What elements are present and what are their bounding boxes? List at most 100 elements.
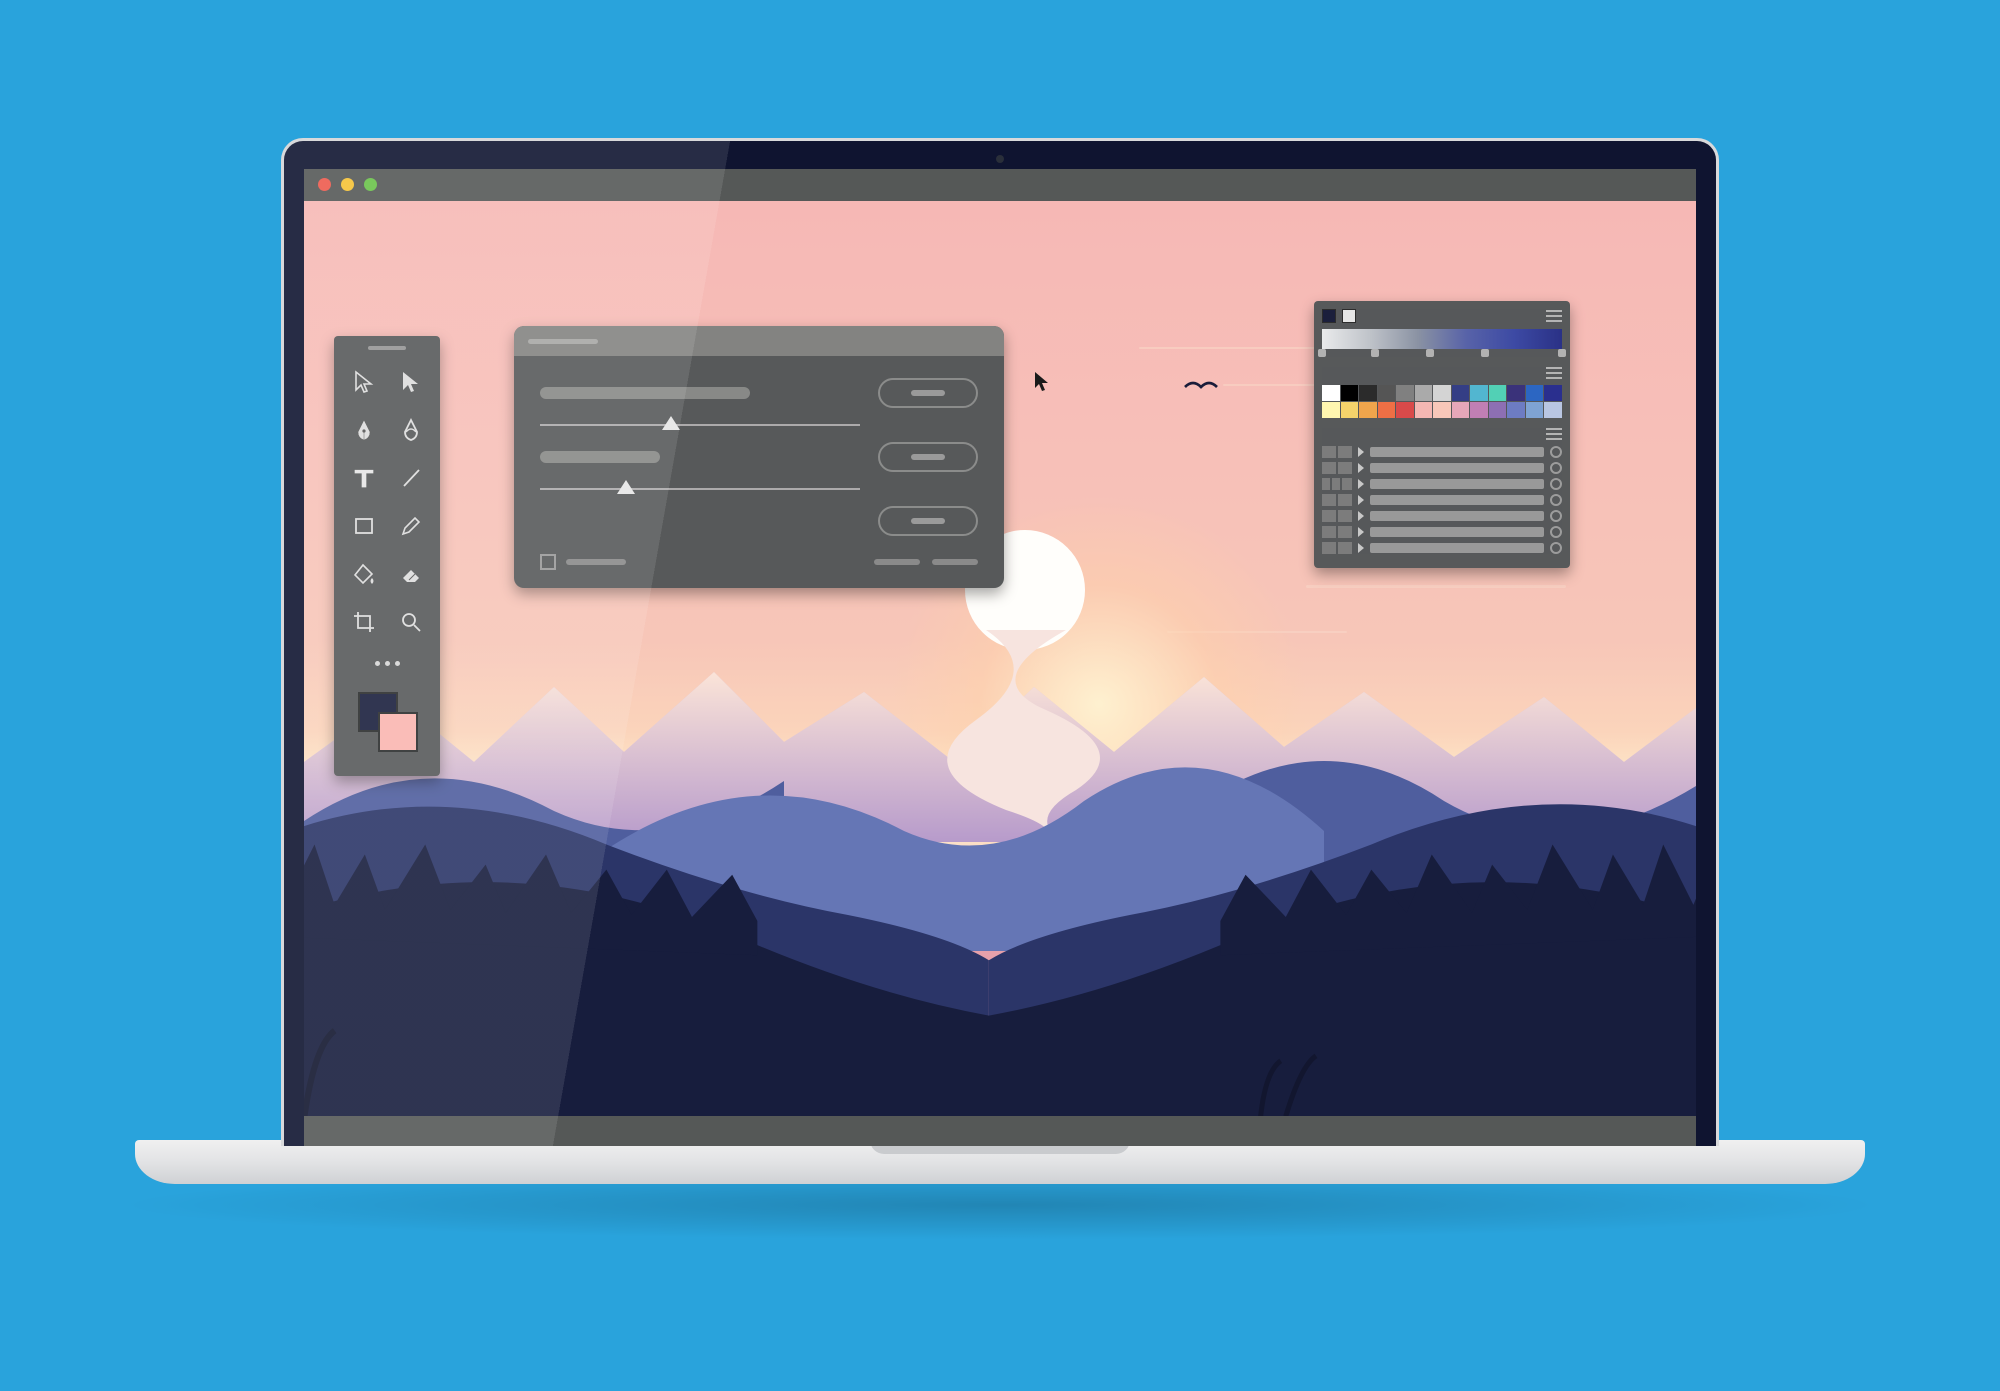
gradient-stops[interactable]	[1322, 349, 1562, 357]
color-swatches[interactable]	[340, 680, 434, 770]
dialog-footer-1[interactable]	[874, 559, 920, 565]
swatch-cell[interactable]	[1507, 402, 1525, 418]
canvas[interactable]	[304, 201, 1696, 1116]
gradient-stop[interactable]	[1558, 349, 1566, 357]
chevron-right-icon[interactable]	[1358, 495, 1364, 505]
dialog-slider-1[interactable]	[540, 418, 860, 432]
fg-color-swatch[interactable]	[378, 712, 418, 752]
panel-grip[interactable]	[368, 346, 406, 350]
swatch-cell[interactable]	[1341, 385, 1359, 401]
layer-visibility-toggle[interactable]	[1322, 478, 1352, 490]
layer-visibility-toggle[interactable]	[1322, 462, 1352, 474]
layer-visibility-toggle[interactable]	[1322, 446, 1352, 458]
swatch-cell[interactable]	[1526, 385, 1544, 401]
eraser-tool[interactable]	[387, 550, 434, 598]
dialog-button-1[interactable]	[878, 378, 978, 408]
slider-thumb-icon[interactable]	[617, 480, 635, 494]
gradient-stop[interactable]	[1318, 349, 1326, 357]
crop-tool[interactable]	[340, 598, 387, 646]
dialog-slider-2[interactable]	[540, 482, 860, 496]
chevron-right-icon[interactable]	[1358, 511, 1364, 521]
swatch-cell[interactable]	[1359, 385, 1377, 401]
panel-menu-icon[interactable]	[1546, 367, 1562, 379]
swatch-cell[interactable]	[1378, 402, 1396, 418]
swatch-cell[interactable]	[1415, 385, 1433, 401]
swatch-cell[interactable]	[1526, 402, 1544, 418]
layer-target-icon[interactable]	[1550, 478, 1562, 490]
layer-row[interactable]	[1322, 446, 1562, 458]
dialog-footer-2[interactable]	[932, 559, 978, 565]
more-tools-button[interactable]	[340, 646, 434, 680]
layer-label	[1370, 511, 1544, 521]
minimize-icon[interactable]	[341, 178, 354, 191]
layer-target-icon[interactable]	[1550, 526, 1562, 538]
slider-thumb-icon[interactable]	[662, 416, 680, 430]
maximize-icon[interactable]	[364, 178, 377, 191]
gradient-stop[interactable]	[1481, 349, 1489, 357]
panel-menu-icon[interactable]	[1546, 428, 1562, 440]
layer-visibility-toggle[interactable]	[1322, 542, 1352, 554]
layer-target-icon[interactable]	[1550, 494, 1562, 506]
layer-visibility-toggle[interactable]	[1322, 526, 1352, 538]
gradient-stop[interactable]	[1426, 349, 1434, 357]
dialog-button-2[interactable]	[878, 442, 978, 472]
layer-visibility-toggle[interactable]	[1322, 494, 1352, 506]
swatch-cell[interactable]	[1507, 385, 1525, 401]
layer-visibility-toggle[interactable]	[1322, 510, 1352, 522]
toolbox-panel	[334, 336, 440, 776]
layer-row[interactable]	[1322, 494, 1562, 506]
panel-menu-icon[interactable]	[1546, 310, 1562, 322]
gradient-swatch-a[interactable]	[1322, 309, 1336, 323]
swatch-cell[interactable]	[1452, 402, 1470, 418]
layer-row[interactable]	[1322, 526, 1562, 538]
chevron-right-icon[interactable]	[1358, 447, 1364, 457]
swatch-cell[interactable]	[1396, 402, 1414, 418]
swatch-cell[interactable]	[1359, 402, 1377, 418]
chevron-right-icon[interactable]	[1358, 527, 1364, 537]
dialog-checkbox[interactable]	[540, 554, 556, 570]
swatch-cell[interactable]	[1341, 402, 1359, 418]
line-tool[interactable]	[387, 454, 434, 502]
swatch-cell[interactable]	[1470, 385, 1488, 401]
layer-target-icon[interactable]	[1550, 510, 1562, 522]
swatch-cell[interactable]	[1396, 385, 1414, 401]
layer-target-icon[interactable]	[1550, 542, 1562, 554]
swatch-cell[interactable]	[1433, 402, 1451, 418]
dialog-titlebar[interactable]	[514, 326, 1004, 356]
rectangle-tool[interactable]	[340, 502, 387, 550]
swatch-cell[interactable]	[1544, 385, 1562, 401]
chevron-right-icon[interactable]	[1358, 479, 1364, 489]
chevron-right-icon[interactable]	[1358, 463, 1364, 473]
artwork-cloud	[1306, 585, 1566, 588]
pen-tool[interactable]	[340, 406, 387, 454]
swatch-cell[interactable]	[1322, 402, 1340, 418]
swatch-cell[interactable]	[1544, 402, 1562, 418]
swatch-cell[interactable]	[1452, 385, 1470, 401]
curvature-tool[interactable]	[387, 406, 434, 454]
layer-row[interactable]	[1322, 542, 1562, 554]
swatch-cell[interactable]	[1322, 385, 1340, 401]
swatch-cell[interactable]	[1470, 402, 1488, 418]
layer-row[interactable]	[1322, 478, 1562, 490]
pencil-tool[interactable]	[387, 502, 434, 550]
swatch-cell[interactable]	[1415, 402, 1433, 418]
close-icon[interactable]	[318, 178, 331, 191]
dialog-button-3[interactable]	[878, 506, 978, 536]
type-tool[interactable]	[340, 454, 387, 502]
layer-target-icon[interactable]	[1550, 446, 1562, 458]
selection-tool[interactable]	[340, 358, 387, 406]
gradient-bar[interactable]	[1322, 329, 1562, 349]
gradient-stop[interactable]	[1371, 349, 1379, 357]
swatch-cell[interactable]	[1489, 385, 1507, 401]
swatch-cell[interactable]	[1378, 385, 1396, 401]
direct-selection-tool[interactable]	[387, 358, 434, 406]
swatch-cell[interactable]	[1489, 402, 1507, 418]
gradient-swatch-b[interactable]	[1342, 309, 1356, 323]
layer-row[interactable]	[1322, 462, 1562, 474]
swatch-cell[interactable]	[1433, 385, 1451, 401]
layer-row[interactable]	[1322, 510, 1562, 522]
paint-bucket-tool[interactable]	[340, 550, 387, 598]
layer-target-icon[interactable]	[1550, 462, 1562, 474]
zoom-tool[interactable]	[387, 598, 434, 646]
chevron-right-icon[interactable]	[1358, 543, 1364, 553]
